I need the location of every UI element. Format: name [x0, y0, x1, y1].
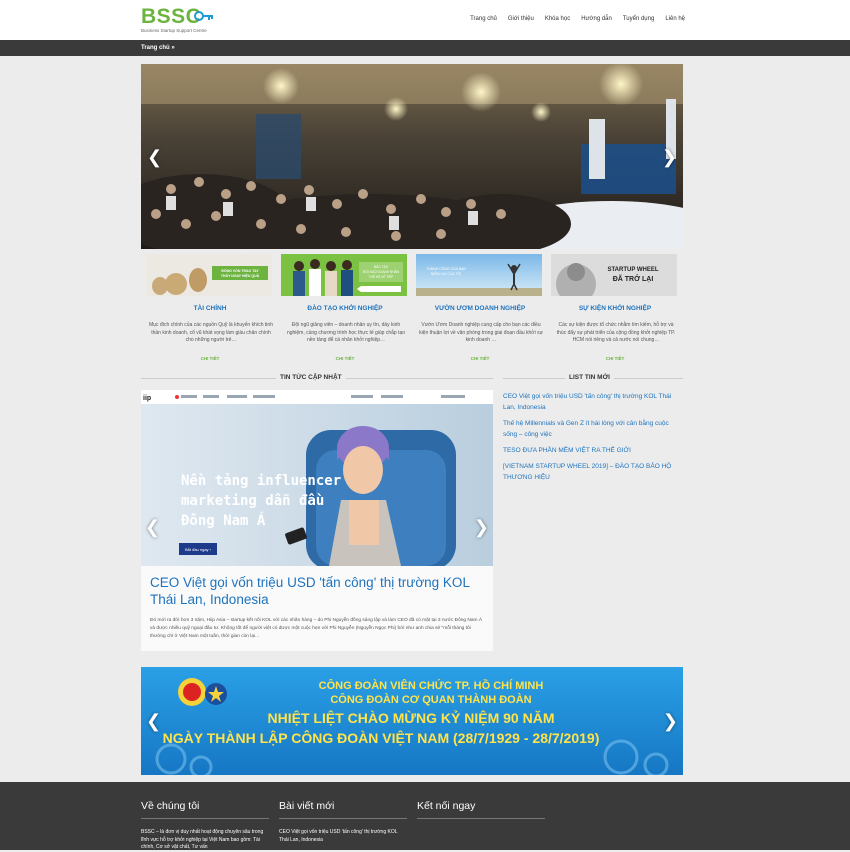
features-row: ĐỒNG VỐN TRAO TAY THẤY NGAY HIỆU QUẢ TÀI…	[141, 254, 683, 366]
nav-guide[interactable]: Hướng dẫn	[581, 16, 612, 22]
svg-text:Nền tảng influencer: Nền tảng influencer	[181, 473, 341, 489]
footer-text: BSSC – là đơn vị duy nhất hoạt động chuy…	[141, 829, 264, 850]
feature-title[interactable]: TÀI CHÍNH	[141, 305, 279, 312]
news-section-header: TIN TỨC CẬP NHẬT	[141, 373, 493, 383]
feature-desc: Các sự kiện được tổ chức nhằm tìm kiếm, …	[556, 322, 676, 343]
footer-heading: Về chúng tôi	[141, 800, 269, 819]
nav-contact[interactable]: Liên hệ	[665, 16, 685, 22]
banner-next-arrow[interactable]: ❯	[663, 712, 678, 730]
list-item[interactable]: CEO Việt gọi vốn triệu USD 'tấn công' th…	[503, 391, 683, 413]
section-title: LIST TIN MỚI	[565, 374, 614, 381]
news-prev-arrow[interactable]: ❮	[145, 518, 160, 536]
news-slider[interactable]: Nền tảng influencer marketing dẫn đầu Đô…	[141, 390, 493, 566]
footer-heading: Kết nối ngay	[417, 800, 545, 819]
footer-connect: Kết nối ngay	[417, 800, 545, 819]
feature-image: THÀNH CÔNG CỦA BẠN NIỀM VUI CỦA TÔI	[416, 254, 542, 296]
site-logo[interactable]: BSSC Business Startup Support Centre	[141, 6, 221, 36]
svg-text:ĐÀO TẠO: ĐÀO TẠO	[374, 265, 389, 269]
news-next-arrow[interactable]: ❯	[474, 518, 489, 536]
key-icon	[194, 11, 213, 21]
svg-text:iip: iip	[143, 395, 151, 402]
feature-more-link[interactable]: CHI TIẾT	[411, 356, 549, 361]
svg-text:marketing dẫn đầu: marketing dẫn đầu	[181, 493, 324, 509]
feature-title[interactable]: SỰ KIỆN KHỞI NGHIỆP	[546, 305, 684, 312]
latest-news-list: CEO Việt gọi vốn triệu USD 'tấn công' th…	[503, 391, 683, 488]
svg-text:THẤY NGAY HIỆU QUẢ: THẤY NGAY HIỆU QUẢ	[221, 273, 260, 278]
nav-home[interactable]: Trang chủ	[470, 16, 497, 22]
feature-image: ĐÀO TẠO ĐỘI NGŨ DOANH NHÂN THẾ HỆ KẾ TIẾ…	[281, 254, 407, 296]
banner-prev-arrow[interactable]: ❮	[146, 712, 161, 730]
site-header: BSSC Business Startup Support Centre Tra…	[0, 0, 850, 40]
svg-text:NHIỆT LIỆT CHÀO MỪNG KỶ NIỆM 9: NHIỆT LIỆT CHÀO MỪNG KỶ NIỆM 90 NĂM	[268, 709, 555, 726]
feature-desc: Đội ngũ giảng viên – doanh nhân uy tín, …	[286, 322, 406, 343]
nav-courses[interactable]: Khóa học	[545, 16, 570, 22]
feature-card[interactable]: STARTUP WHEEL ĐÃ TRỞ LẠI SỰ KIỆN KHỞI NG…	[546, 254, 677, 366]
banner-image: CÔNG ĐOÀN VIÊN CHỨC TP. HỒ CHÍ MINH CÔNG…	[141, 667, 683, 775]
svg-text:NIỀM VUI CỦA TÔI: NIỀM VUI CỦA TÔI	[431, 271, 461, 276]
hero-next-arrow[interactable]: ❯	[662, 148, 677, 166]
svg-text:ĐÃ TRỞ LẠI: ĐÃ TRỞ LẠI	[613, 274, 654, 283]
logo-text: BSSC	[141, 5, 202, 28]
feature-card[interactable]: ĐỒNG VỐN TRAO TAY THẤY NGAY HIỆU QUẢ TÀI…	[141, 254, 273, 366]
svg-text:CÔNG ĐOÀN CƠ QUAN THÀNH ĐOÀN: CÔNG ĐOÀN CƠ QUAN THÀNH ĐOÀN	[330, 693, 531, 706]
logo-tagline: Business Startup Support Centre	[141, 28, 207, 33]
main-nav: Trang chủ Giới thiệu Khóa học Hướng dẫn …	[459, 16, 685, 22]
feature-more-link[interactable]: CHI TIẾT	[141, 356, 279, 361]
footer-heading: Bài viết mới	[279, 800, 407, 819]
breadcrumb[interactable]: Trang chủ »	[141, 45, 175, 51]
feature-card[interactable]: THÀNH CÔNG CỦA BẠN NIỀM VUI CỦA TÔI VƯỜN…	[411, 254, 543, 366]
news-excerpt: Đó mới ra đời hơn 3 năm, Hiip Asia – sta…	[150, 618, 483, 639]
svg-text:Bắt đầu ngay ›: Bắt đầu ngay ›	[185, 547, 212, 552]
celebration-banner[interactable]: CÔNG ĐOÀN VIÊN CHỨC TP. HỒ CHÍ MINH CÔNG…	[141, 667, 683, 775]
feature-desc: Mục đích chính của các nguồn Quỹ là khuy…	[149, 322, 273, 343]
feature-image: ĐỒNG VỐN TRAO TAY THẤY NGAY HIỆU QUẢ	[146, 254, 272, 296]
svg-text:CÔNG ĐOÀN VIÊN CHỨC TP. HỒ CHÍ: CÔNG ĐOÀN VIÊN CHỨC TP. HỒ CHÍ MINH	[319, 679, 544, 692]
list-section-header: LIST TIN MỚI	[503, 373, 683, 383]
feature-title[interactable]: ĐÀO TẠO KHỞI NGHIỆP	[276, 305, 414, 312]
svg-text:THÀNH CÔNG CỦA BẠN: THÀNH CÔNG CỦA BẠN	[426, 266, 466, 271]
site-footer: Về chúng tôi BSSC – là đơn vị duy nhất h…	[0, 782, 850, 850]
section-title: TIN TỨC CẬP NHẬT	[276, 374, 346, 381]
footer-posts: Bài viết mới CEO Việt gọi vốn triệu USD …	[279, 800, 407, 844]
nav-careers[interactable]: Tuyển dụng	[623, 16, 654, 22]
news-title[interactable]: CEO Việt gọi vốn triệu USD 'tấn công' th…	[150, 574, 480, 608]
news-body: CEO Việt gọi vốn triệu USD 'tấn công' th…	[141, 566, 493, 651]
feature-image: STARTUP WHEEL ĐÃ TRỞ LẠI	[551, 254, 677, 296]
list-item[interactable]: [VIETNAM STARTUP WHEEL 2019] – ĐÀO TẠO B…	[503, 461, 683, 483]
feature-more-link[interactable]: CHI TIẾT	[546, 356, 684, 361]
hero-event-photo	[141, 64, 683, 249]
svg-text:NGÀY THÀNH LẬP CÔNG ĐOÀN VIỆT: NGÀY THÀNH LẬP CÔNG ĐOÀN VIỆT NAM (28/7/…	[163, 729, 600, 746]
hero-slider: ❮ ❯	[141, 64, 683, 249]
svg-text:ĐỒNG VỐN TRAO TAY: ĐỒNG VỐN TRAO TAY	[221, 268, 259, 273]
feature-more-link[interactable]: CHI TIẾT	[276, 356, 414, 361]
list-item[interactable]: Thế hệ Millennials và Gen Z ít hài lòng …	[503, 418, 683, 440]
feature-desc: Vườn Ươm Doanh nghiệp cung cấp cho bạn c…	[419, 322, 543, 343]
svg-text:THẾ HỆ KẾ TIẾP: THẾ HỆ KẾ TIẾP	[369, 274, 394, 279]
list-item[interactable]: TESO ĐƯA PHẦN MỀM VIỆT RA THẾ GIỚI	[503, 445, 683, 456]
nav-about[interactable]: Giới thiệu	[508, 16, 534, 22]
svg-text:ĐỘI NGŨ DOANH NHÂN: ĐỘI NGŨ DOANH NHÂN	[363, 269, 400, 274]
svg-text:Đông Nam Á: Đông Nam Á	[181, 512, 266, 529]
breadcrumb-bar: Trang chủ »	[0, 40, 850, 56]
footer-post-link[interactable]: CEO Việt gọi vốn triệu USD 'tấn công' th…	[279, 829, 407, 844]
svg-text:STARTUP WHEEL: STARTUP WHEEL	[607, 267, 658, 273]
footer-about: Về chúng tôi BSSC – là đơn vị duy nhất h…	[141, 800, 269, 852]
hero-prev-arrow[interactable]: ❮	[147, 148, 162, 166]
feature-card[interactable]: ĐÀO TẠO ĐỘI NGŨ DOANH NHÂN THẾ HỆ KẾ TIẾ…	[276, 254, 407, 366]
news-slide-image: Nền tảng influencer marketing dẫn đầu Đô…	[141, 390, 493, 566]
feature-title[interactable]: VƯỜN ƯƠM DOANH NGHIỆP	[411, 305, 549, 312]
